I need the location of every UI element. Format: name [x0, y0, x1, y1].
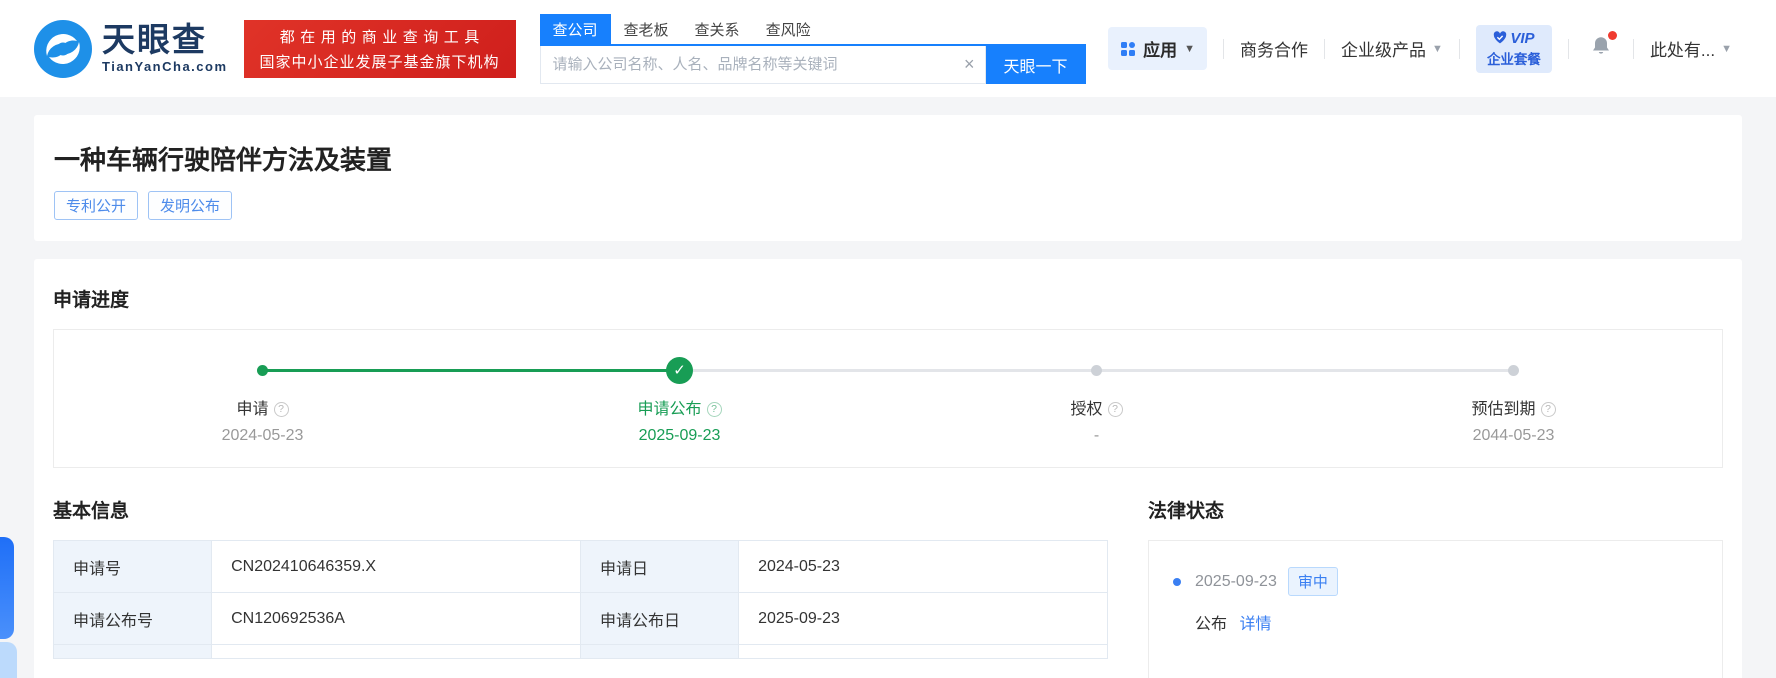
field-label: 申请日 [579, 540, 740, 593]
help-icon[interactable]: ? [273, 401, 289, 417]
section-heading-legal-status: 法律状态 [1148, 501, 1225, 522]
search-input[interactable] [540, 45, 985, 83]
floating-sidebar-widget-secondary[interactable] [0, 642, 17, 678]
help-icon[interactable]: ? [706, 401, 722, 417]
milestone-publication: ✓ 申请公布? 2025-09-23 [471, 356, 888, 445]
badge-patent-public: 专利公开 [54, 191, 139, 220]
chevron-down-icon: ▼ [1184, 42, 1196, 55]
badge-invention-publication: 发明公布 [148, 191, 233, 220]
app-grid-icon [1121, 41, 1136, 56]
search-tab-relation[interactable]: 查关系 [682, 14, 753, 44]
search-tab-boss[interactable]: 查老板 [611, 14, 682, 44]
vip-sublabel: 企业套餐 [1486, 51, 1541, 67]
milestone-estimated-expiry: 预估到期? 2044-05-23 [1305, 356, 1722, 445]
field-value: 2025-09-23 [738, 592, 1108, 645]
banner-line1: 都在用的商业查询工具 [279, 28, 485, 46]
patent-detail-card: 申请进度 申请? 2024-05-23 ✓ 申请公布? 2025-09-23 授 [34, 259, 1742, 678]
table-row: 申请公布号 CN120692536A 申请公布日 2025-09-23 [52, 592, 1108, 645]
chevron-down-icon: ▼ [1432, 42, 1443, 55]
help-icon[interactable]: ? [1107, 401, 1123, 417]
top-header: 天眼查 TianYanCha.com 都在用的商业查询工具 国家中小企业发展子基… [0, 0, 1776, 97]
legal-status-section: 法律状态 2025-09-23 审中 公布 详情 [1148, 496, 1723, 678]
search-tabs: 查公司 查老板 查关系 查风险 [539, 13, 1086, 46]
table-row-clipped [52, 644, 1108, 659]
vip-label: VIP [1510, 29, 1535, 47]
nav-business-cooperation[interactable]: 商务合作 [1240, 36, 1308, 61]
legal-status-item: 2025-09-23 审中 [1173, 567, 1698, 596]
milestone-dot-pending [1091, 364, 1102, 376]
milestone-date: 2024-05-23 [221, 427, 304, 444]
basic-info-table: 申请号 CN202410646359.X 申请日 2024-05-23 申请公布… [52, 540, 1108, 659]
divider [1324, 38, 1326, 59]
milestone-date: 2044-05-23 [1472, 427, 1555, 444]
field-value: 2024-05-23 [738, 540, 1108, 593]
clear-icon[interactable]: × [964, 54, 975, 74]
divider [1567, 38, 1569, 59]
divider [1632, 38, 1634, 59]
milestone-application: 申请? 2024-05-23 [54, 356, 471, 445]
legal-status-date: 2025-09-23 [1195, 572, 1277, 590]
patent-title-card: 一种车辆行驶陪伴方法及装置 专利公开 发明公布 [34, 115, 1742, 241]
notification-badge [1607, 31, 1617, 40]
legal-action-label: 公布 [1195, 616, 1228, 633]
banner-line2: 国家中小企业发展子基金旗下机构 [259, 53, 500, 71]
apps-label: 应用 [1143, 41, 1178, 60]
page-title: 一种车辆行驶陪伴方法及装置 [54, 145, 393, 175]
basic-info-section: 基本信息 申请号 CN202410646359.X 申请日 2024-05-23… [52, 496, 1108, 678]
tianyancha-logo-icon [34, 19, 92, 78]
floating-sidebar-widget[interactable] [0, 537, 14, 639]
search-tab-company[interactable]: 查公司 [539, 13, 611, 44]
section-heading-progress: 申请进度 [53, 290, 130, 311]
legal-detail-link[interactable]: 详情 [1239, 616, 1271, 633]
milestone-check-icon: ✓ [666, 356, 693, 384]
status-badge: 审中 [1287, 567, 1338, 596]
page-content: 一种车辆行驶陪伴方法及装置 专利公开 发明公布 申请进度 申请? 2024-05… [0, 115, 1776, 678]
milestone-dot-done [257, 364, 268, 376]
field-label: 申请公布号 [52, 592, 213, 645]
chevron-down-icon: ▼ [1721, 42, 1732, 55]
milestone-dot-pending [1508, 364, 1519, 376]
bullet-icon [1173, 577, 1181, 586]
milestone-date: 2025-09-23 [638, 427, 721, 444]
field-value: CN120692536A [211, 592, 581, 645]
divider [1223, 38, 1225, 59]
milestone-grant: 授权? - [888, 356, 1305, 445]
field-label: 申请号 [52, 540, 213, 593]
nav-account-more[interactable]: 此处有... ▼ [1650, 36, 1732, 61]
help-icon[interactable]: ? [1540, 401, 1556, 417]
apps-menu-button[interactable]: 应用 ▼ [1108, 27, 1208, 70]
nav-enterprise-products[interactable]: 企业级产品 ▼ [1341, 36, 1443, 61]
field-label: 申请公布日 [579, 592, 740, 645]
search-area: 查公司 查老板 查关系 查风险 × 天眼一下 [539, 13, 1086, 84]
search-button[interactable]: 天眼一下 [985, 45, 1086, 84]
search-tab-risk[interactable]: 查风险 [753, 14, 824, 44]
milestone-date: - [1093, 427, 1100, 444]
logo-domain-text: TianYanCha.com [102, 59, 228, 74]
divider [1458, 38, 1460, 59]
field-value: CN202410646359.X [211, 540, 581, 593]
legal-status-box: 2025-09-23 审中 公布 详情 [1148, 540, 1723, 678]
logo-brand-text: 天眼查 [102, 21, 207, 58]
vip-heart-icon [1494, 31, 1507, 44]
vip-package-button[interactable]: VIP 企业套餐 [1475, 24, 1552, 73]
header-nav: 应用 ▼ 商务合作 企业级产品 ▼ VIP 企业套餐 此处有... ▼ [1108, 24, 1732, 73]
section-heading-basic-info: 基本信息 [53, 501, 130, 522]
tianyancha-logo[interactable]: 天眼查 TianYanCha.com [34, 19, 228, 78]
promo-banner: 都在用的商业查询工具 国家中小企业发展子基金旗下机构 [243, 19, 516, 78]
notification-bell-button[interactable] [1589, 31, 1617, 63]
application-progress-timeline: 申请? 2024-05-23 ✓ 申请公布? 2025-09-23 授权? - … [53, 329, 1723, 468]
table-row: 申请号 CN202410646359.X 申请日 2024-05-23 [52, 540, 1108, 593]
